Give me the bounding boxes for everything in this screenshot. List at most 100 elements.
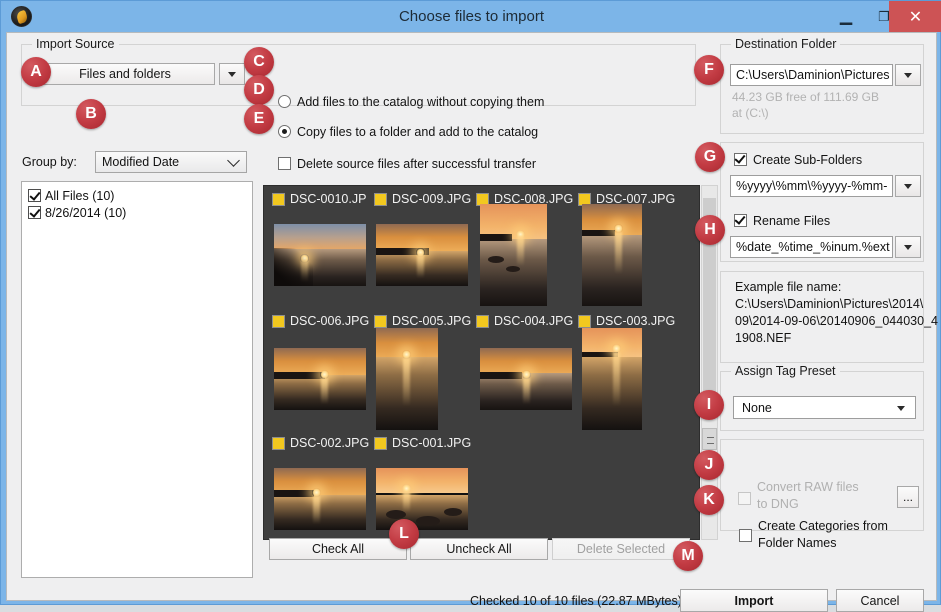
rename-pattern-input[interactable]: %date_%time_%inum.%ext <box>730 236 893 258</box>
label-rename-files: Rename Files <box>753 214 830 228</box>
tag-preset-value: None <box>742 401 772 415</box>
thumbnail-checkbox[interactable] <box>578 315 591 328</box>
annotation-badge-b: B <box>76 99 106 129</box>
checkbox-rename-files[interactable] <box>734 214 747 227</box>
thumbnail-image[interactable] <box>274 468 366 530</box>
import-source-dropdown-button[interactable] <box>219 63 245 85</box>
destination-path-value: C:\Users\Daminion\Pictures <box>736 68 890 82</box>
thumbnail-item[interactable]: DSC-009.JPG <box>374 192 471 206</box>
thumbnail-item[interactable]: DSC-005.JPG <box>374 314 471 328</box>
close-icon: ✕ <box>909 7 922 27</box>
tree-checkbox[interactable] <box>28 189 41 202</box>
import-source-select[interactable]: Files and folders <box>35 63 215 85</box>
chevron-down-icon <box>897 406 905 411</box>
import-button[interactable]: Import <box>680 589 828 612</box>
group-by-select[interactable]: Modified Date <box>95 151 247 173</box>
thumbnail-checkbox[interactable] <box>374 193 387 206</box>
photo-rock <box>386 510 406 519</box>
close-button[interactable]: ✕ <box>889 1 941 32</box>
import-label: Import <box>735 594 774 608</box>
thumbnail-grid[interactable]: DSC-0010.JP DSC-009.JPG DSC-008.JPG DSC-… <box>263 185 700 540</box>
thumbnail-filename: DSC-0010.JP <box>290 192 366 206</box>
annotation-badge-e: E <box>244 104 274 134</box>
subfolder-pattern-input[interactable]: %yyyy\%mm\%yyyy-%mm- <box>730 175 893 197</box>
destination-dropdown-button[interactable] <box>895 64 921 86</box>
cancel-button[interactable]: Cancel <box>836 589 924 612</box>
photo-foreground <box>274 248 313 286</box>
thumbnail-image[interactable] <box>480 348 572 410</box>
photo-glint <box>615 232 622 274</box>
thumbnail-item[interactable]: DSC-006.JPG <box>272 314 369 328</box>
assign-tag-preset-caption: Assign Tag Preset <box>731 364 840 378</box>
dialog-body: Import Source Files and folders Add file… <box>6 32 937 601</box>
thumbnail-checkbox[interactable] <box>272 315 285 328</box>
thumbnail-image[interactable] <box>582 328 642 430</box>
check-all-button[interactable]: Check All <box>269 538 407 560</box>
free-space-line-1: 44.23 GB free of 111.69 GB <box>732 90 879 104</box>
checkbox-delete-source[interactable] <box>278 157 291 170</box>
badge-letter: I <box>707 396 711 414</box>
badge-letter: E <box>254 110 265 128</box>
thumbnail-image[interactable] <box>376 328 438 430</box>
rename-pattern-value: %date_%time_%inum.%ext <box>736 240 890 254</box>
thumbnail-image[interactable] <box>376 224 468 286</box>
destination-path-input[interactable]: C:\Users\Daminion\Pictures <box>730 64 893 86</box>
thumbnail-image[interactable] <box>480 204 547 306</box>
annotation-badge-a: A <box>21 57 51 87</box>
thumbnail-checkbox[interactable] <box>374 437 387 450</box>
photo-horizon <box>480 234 512 241</box>
tree-item-date[interactable]: 8/26/2014 (10) <box>28 204 246 221</box>
window-title: Choose files to import <box>1 1 941 32</box>
photo-sky <box>376 468 468 493</box>
thumbnail-image[interactable] <box>376 468 468 530</box>
file-group-tree[interactable]: All Files (10) 8/26/2014 (10) <box>21 181 253 578</box>
thumbnail-checkbox[interactable] <box>272 437 285 450</box>
annotation-badge-j: J <box>694 450 724 480</box>
thumbnail-image[interactable] <box>274 348 366 410</box>
radio-copy-to-folder[interactable] <box>278 125 291 138</box>
splitter-grip[interactable] <box>702 428 717 450</box>
chevron-down-icon <box>904 184 912 189</box>
minimize-button[interactable]: ▁ <box>827 1 865 32</box>
thumbnail-item[interactable]: DSC-002.JPG <box>272 436 369 450</box>
photo-glint <box>613 352 620 406</box>
example-title: Example file name: <box>735 280 841 294</box>
tag-preset-select[interactable]: None <box>733 396 916 419</box>
checkbox-create-subfolders[interactable] <box>734 153 747 166</box>
thumbnail-checkbox[interactable] <box>374 315 387 328</box>
uncheck-all-button[interactable]: Uncheck All <box>410 538 548 560</box>
radio-add-without-copy[interactable] <box>278 95 291 108</box>
checkbox-convert-raw-to-dng <box>738 492 751 505</box>
tree-checkbox[interactable] <box>28 206 41 219</box>
checkbox-create-categories[interactable] <box>739 529 752 542</box>
convert-raw-options-button[interactable]: ... <box>897 486 919 508</box>
thumbnail-filename: DSC-001.JPG <box>392 436 471 450</box>
annotation-badge-d: D <box>244 75 274 105</box>
import-source-caption: Import Source <box>32 37 119 51</box>
badge-letter: J <box>705 456 714 474</box>
photo-sea <box>582 357 642 430</box>
thumbnail-checkbox[interactable] <box>476 315 489 328</box>
thumbnail-filename: DSC-005.JPG <box>392 314 471 328</box>
chevron-down-icon <box>904 245 912 250</box>
thumbnail-item[interactable]: DSC-001.JPG <box>374 436 471 450</box>
thumbnail-checkbox[interactable] <box>272 193 285 206</box>
badge-letter: G <box>704 148 716 166</box>
tree-item-all-files[interactable]: All Files (10) <box>28 187 246 204</box>
photo-sea <box>274 495 366 530</box>
photo-rock <box>488 256 504 263</box>
thumbnail-item[interactable]: DSC-003.JPG <box>578 314 675 328</box>
rename-pattern-dropdown-button[interactable] <box>895 236 921 258</box>
thumbnail-item[interactable]: DSC-004.JPG <box>476 314 573 328</box>
thumbnail-image[interactable] <box>582 204 642 306</box>
badge-letter: L <box>399 525 409 543</box>
photo-rock <box>444 508 462 516</box>
label-convert-raw-to-dng: Convert RAW files to DNG <box>757 479 867 513</box>
destination-folder-caption: Destination Folder <box>731 37 840 51</box>
example-line-2: 09\2014-09-06\20140906_044030_4 <box>735 314 938 328</box>
minimize-icon: ▁ <box>840 14 852 20</box>
thumbnail-image[interactable] <box>274 224 366 286</box>
badge-letter: M <box>681 547 694 565</box>
thumbnail-item[interactable]: DSC-0010.JP <box>272 192 366 206</box>
subfolder-pattern-dropdown-button[interactable] <box>895 175 921 197</box>
